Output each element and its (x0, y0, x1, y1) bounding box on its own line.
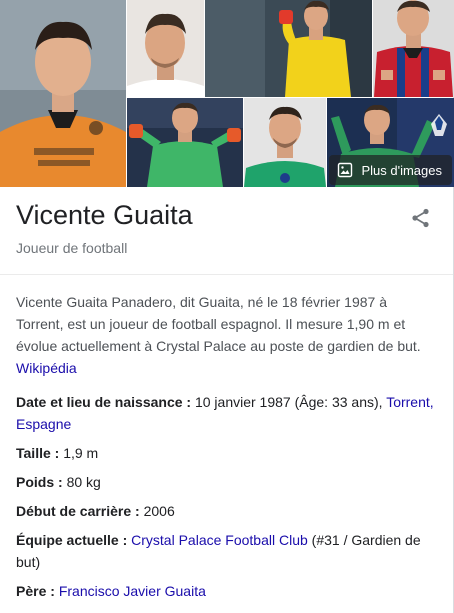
wikipedia-link[interactable]: Wikipédia (16, 357, 77, 379)
photo-crystal-palace-kit[interactable] (373, 0, 454, 97)
photo-green-kit-gloves[interactable] (127, 98, 243, 187)
image-icon (337, 162, 353, 178)
fact-label: Père : (16, 583, 55, 599)
fact-label: Date et lieu de naissance : (16, 394, 192, 410)
photo-getafe-headshot[interactable] (244, 98, 326, 187)
description-text: Vicente Guaita Panadero, dit Guaita, né … (16, 294, 421, 354)
section-divider (0, 274, 453, 275)
fact-value: 80 kg (66, 474, 101, 490)
image-grid: Plus d'images (0, 0, 454, 187)
photo-studio-headshot[interactable] (127, 0, 204, 97)
fact-value: 2006 (143, 503, 175, 519)
fact-label: Poids : (16, 474, 63, 490)
fact-height: Taille : 1,9 m (16, 442, 436, 464)
knowledge-panel: Plus d'images Vicente Guaita Joueur de f… (0, 0, 454, 613)
share-icon (409, 208, 433, 234)
photo-valencia-portrait[interactable] (0, 0, 126, 187)
fact-career-start: Début de carrière : 2006 (16, 500, 436, 522)
facts-list: Date et lieu de naissance : 10 janvier 1… (16, 391, 436, 609)
fact-value: 10 janvier 1987 (Âge: 33 ans), (194, 394, 383, 410)
fact-value: 1,9 m (63, 445, 99, 461)
entity-subtitle: Joueur de football (16, 240, 128, 256)
entity-title: Vicente Guaita (16, 200, 193, 230)
fact-weight: Poids : 80 kg (16, 471, 436, 493)
entity-description: Vicente Guaita Panadero, dit Guaita, né … (16, 291, 436, 379)
team-link[interactable]: Crystal Palace Football Club (131, 532, 308, 548)
fact-birth: Date et lieu de naissance : 10 janvier 1… (16, 391, 436, 435)
more-images-button[interactable]: Plus d'images (329, 155, 452, 185)
fact-label: Taille : (16, 445, 60, 461)
fact-label: Début de carrière : (16, 503, 140, 519)
father-link[interactable]: Francisco Javier Guaita (59, 583, 206, 599)
fact-father: Père : Francisco Javier Guaita (16, 580, 436, 602)
fact-label: Équipe actuelle : (16, 532, 128, 548)
photo-yellow-goalkeeper-kit[interactable] (205, 0, 372, 97)
more-images-label: Plus d'images (361, 162, 442, 178)
share-button[interactable] (409, 206, 433, 230)
fact-current-team: Équipe actuelle : Crystal Palace Footbal… (16, 529, 436, 573)
entity-header: Vicente Guaita Joueur de football (16, 198, 396, 258)
